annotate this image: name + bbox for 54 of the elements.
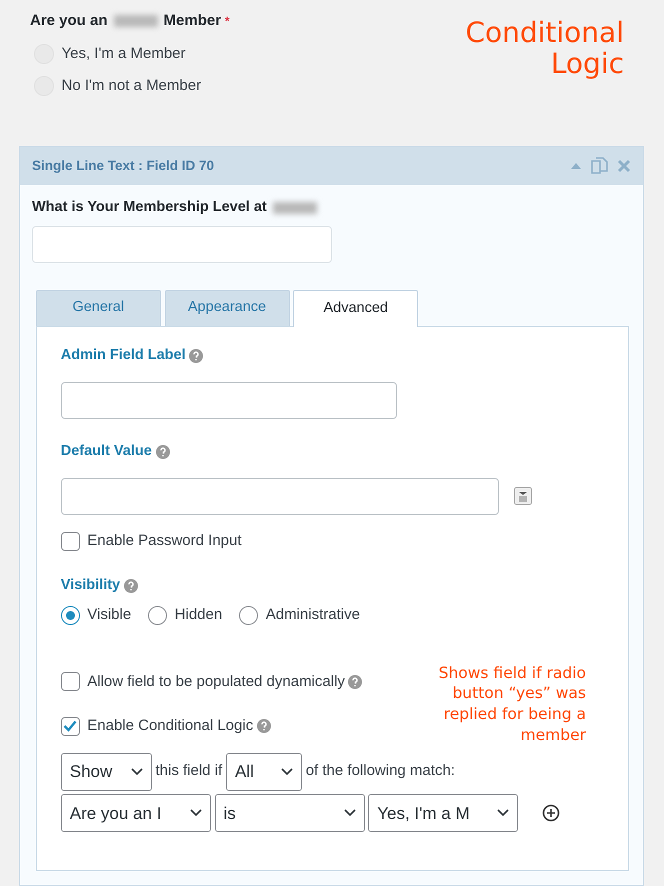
checkbox[interactable]: [60, 532, 80, 550]
radio-label: Visible: [87, 605, 132, 625]
merge-tag-icon[interactable]: [514, 487, 532, 506]
dropdown[interactable]: Show: [60, 752, 152, 790]
annotation-title: Conditional Logic: [464, 18, 624, 80]
radio-button[interactable]: [60, 606, 80, 625]
annotation-note: Shows field if radio button “yes” was replied for being a member: [438, 662, 586, 746]
logic-text: of the following match:: [306, 761, 455, 782]
radio-label: Hidden: [174, 605, 222, 625]
panel-title: Single Line Text : Field ID 70: [32, 156, 214, 175]
field-label: What is Your Membership Level at: [32, 198, 267, 217]
checkbox[interactable]: [60, 672, 80, 692]
chevron-icon: [190, 809, 202, 818]
collapse-icon[interactable]: [570, 162, 582, 170]
option-label: No I'm not a Member: [62, 76, 202, 96]
setting-label: Admin Field Label: [60, 346, 186, 365]
chevron-icon: [280, 768, 293, 776]
help-icon[interactable]: [156, 444, 170, 459]
dropdown[interactable]: All: [226, 752, 302, 790]
help-icon[interactable]: [189, 348, 204, 363]
checkbox-label: Allow field to be populated dynamically: [87, 672, 345, 692]
blurred-text: [114, 15, 158, 28]
radio-label: Administrative: [266, 605, 360, 625]
close-icon[interactable]: [617, 159, 631, 173]
dropdown[interactable]: Are you an I: [60, 794, 211, 832]
setting-label: Visibility: [60, 576, 120, 595]
radio-button[interactable]: [239, 606, 258, 625]
question-label: Member: [164, 11, 222, 31]
checkbox[interactable]: [60, 716, 80, 736]
dropdown[interactable]: Yes, I'm a M: [368, 794, 518, 832]
question-label: Are you an: [30, 11, 108, 31]
required-mark: *: [224, 13, 230, 30]
text-input[interactable]: [32, 226, 332, 264]
default-value-input[interactable]: [60, 478, 499, 515]
help-icon[interactable]: [348, 674, 362, 689]
checkbox-label: Enable Conditional Logic: [87, 716, 254, 736]
blurred-text: [272, 202, 317, 214]
setting-label: Default Value: [60, 442, 152, 461]
help-icon[interactable]: [124, 578, 138, 593]
option-label: Yes, I'm a Member: [62, 44, 186, 64]
help-icon[interactable]: [256, 719, 271, 734]
tab[interactable]: Appearance: [164, 290, 290, 326]
chevron-icon: [130, 768, 143, 776]
add-icon[interactable]: [542, 804, 560, 822]
duplicate-icon[interactable]: [590, 156, 610, 176]
tab[interactable]: General: [36, 290, 161, 326]
chevron-icon: [497, 809, 510, 818]
admin-label-input[interactable]: [60, 382, 397, 418]
logic-text: this field if: [156, 761, 222, 782]
chevron-icon: [344, 809, 356, 818]
tab[interactable]: Advanced: [293, 290, 418, 327]
dropdown[interactable]: is: [214, 794, 364, 832]
radio-button[interactable]: [148, 606, 168, 625]
checkbox-label: Enable Password Input: [87, 530, 242, 551]
